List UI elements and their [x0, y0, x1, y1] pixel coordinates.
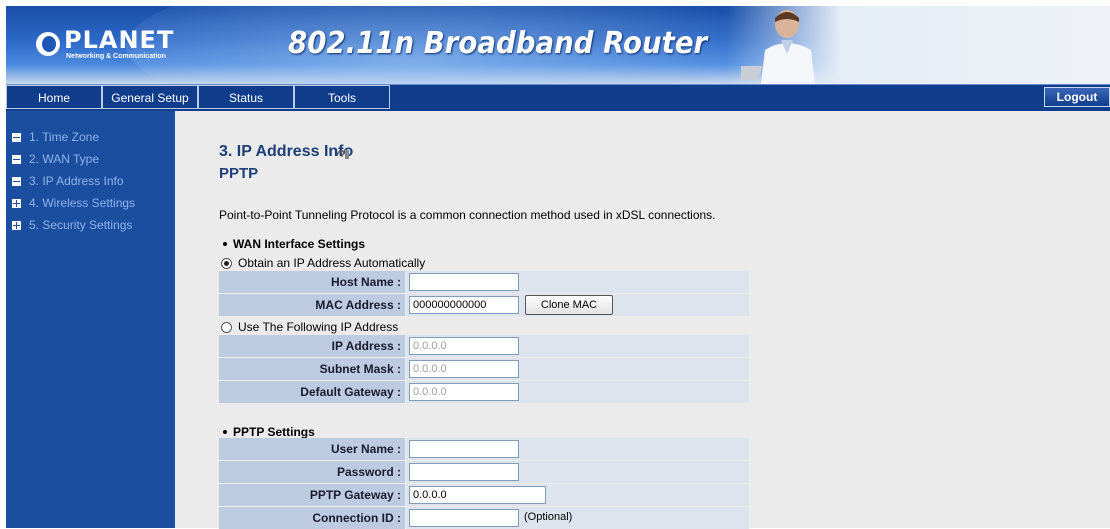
host-name-row: Host Name :	[219, 271, 749, 293]
radio-button[interactable]	[221, 321, 232, 333]
top-nav-bar: Home General Setup Status Tools Logout	[6, 84, 1110, 111]
host-name-input[interactable]	[409, 273, 519, 291]
default-gateway-label: Default Gateway :	[219, 381, 405, 403]
plus-box-icon	[12, 220, 21, 230]
radio-button[interactable]	[221, 257, 232, 269]
subnet-mask-label: Subnet Mask :	[219, 358, 405, 380]
logout-button[interactable]: Logout	[1044, 87, 1110, 107]
pptp-section-label: PPTP Settings	[233, 425, 315, 439]
logo-tagline: Networking & Communication	[66, 52, 166, 60]
wan-section-label: WAN Interface Settings	[233, 237, 366, 251]
default-gateway-input[interactable]: 0.0.0.0	[409, 383, 519, 401]
optional-note: (Optional)	[524, 511, 573, 523]
description-text: Point-to-Point Tunneling Protocol is a c…	[219, 208, 716, 222]
clone-mac-button[interactable]: Clone MAC	[525, 295, 613, 315]
sidebar-item-ip-address-info[interactable]: 3. IP Address Info	[12, 171, 124, 191]
sidebar-item-label: 2. WAN Type	[29, 152, 100, 166]
logo-brand: PLANET	[64, 25, 175, 54]
help-icon[interactable]	[335, 147, 351, 161]
connection-id-row: Connection ID : (Optional)	[219, 507, 749, 529]
header-banner: PLANET Networking & Communication 802.11…	[6, 6, 1110, 84]
person-photo-icon	[741, 10, 815, 84]
wan-section-heading: WAN Interface Settings	[219, 237, 365, 251]
planet-logo: PLANET Networking & Communication	[36, 24, 174, 64]
mac-address-label: MAC Address :	[219, 294, 405, 316]
sidebar-item-label: 1. Time Zone	[29, 130, 100, 144]
nav-home[interactable]: Home	[6, 85, 102, 109]
plus-box-icon	[12, 198, 21, 208]
sidebar-item-label: 5. Security Settings	[29, 218, 133, 232]
host-name-label: Host Name :	[219, 271, 405, 293]
sidebar-item-label: 3. IP Address Info	[29, 174, 124, 188]
subnet-mask-input[interactable]: 0.0.0.0	[409, 360, 519, 378]
ip-address-label: IP Address :	[219, 335, 405, 357]
sidebar: 1. Time Zone 2. WAN Type 3. IP Address I…	[6, 111, 175, 528]
minus-box-icon	[12, 176, 21, 186]
nav-tools[interactable]: Tools	[294, 85, 390, 109]
minus-box-icon	[12, 132, 21, 142]
subnet-mask-row: Subnet Mask : 0.0.0.0	[219, 358, 749, 380]
sidebar-item-wireless-settings[interactable]: 4. Wireless Settings	[12, 193, 135, 213]
ip-address-row: IP Address : 0.0.0.0	[219, 335, 749, 357]
pptp-gateway-input[interactable]: 0.0.0.0	[409, 486, 546, 504]
connection-id-label: Connection ID :	[219, 507, 405, 529]
password-label: Password :	[219, 461, 405, 483]
ip-address-input[interactable]: 0.0.0.0	[409, 337, 519, 355]
page-title: 3. IP Address Info	[219, 143, 354, 160]
sidebar-item-security-settings[interactable]: 5. Security Settings	[12, 215, 132, 235]
sidebar-item-time-zone[interactable]: 1. Time Zone	[12, 127, 99, 147]
password-row: Password :	[219, 461, 749, 483]
connection-type-title: PPTP	[219, 165, 259, 182]
nav-status[interactable]: Status	[198, 85, 294, 109]
password-input[interactable]	[409, 463, 519, 481]
user-name-label: User Name :	[219, 438, 405, 460]
radio-label: Obtain an IP Address Automatically	[238, 256, 426, 270]
mac-address-row: MAC Address : 000000000000 Clone MAC	[219, 294, 749, 316]
default-gateway-row: Default Gateway : 0.0.0.0	[219, 381, 749, 403]
radio-label: Use The Following IP Address	[238, 320, 399, 334]
minus-box-icon	[12, 154, 21, 164]
bullet-icon	[223, 241, 227, 246]
mac-address-input[interactable]: 000000000000	[409, 296, 519, 314]
user-name-row: User Name :	[219, 438, 749, 460]
logo-mark-icon	[36, 32, 60, 56]
main-content: 3. IP Address Info PPTP Point-to-Point T…	[175, 111, 1110, 529]
sidebar-item-wan-type[interactable]: 2. WAN Type	[12, 149, 99, 169]
nav-general-setup[interactable]: General Setup	[102, 85, 198, 109]
bullet-icon	[223, 429, 227, 434]
user-name-input[interactable]	[409, 440, 519, 458]
radio-obtain-auto[interactable]: Obtain an IP Address Automatically	[221, 256, 425, 270]
pptp-gateway-row: PPTP Gateway : 0.0.0.0	[219, 484, 749, 506]
radio-use-fixed-ip[interactable]: Use The Following IP Address	[221, 320, 398, 334]
connection-id-input[interactable]	[409, 509, 519, 527]
sidebar-item-label: 4. Wireless Settings	[29, 196, 136, 210]
pptp-section-heading: PPTP Settings	[219, 425, 315, 439]
pptp-gateway-label: PPTP Gateway :	[219, 484, 405, 506]
product-title: 802.11n Broadband Router	[288, 26, 708, 61]
